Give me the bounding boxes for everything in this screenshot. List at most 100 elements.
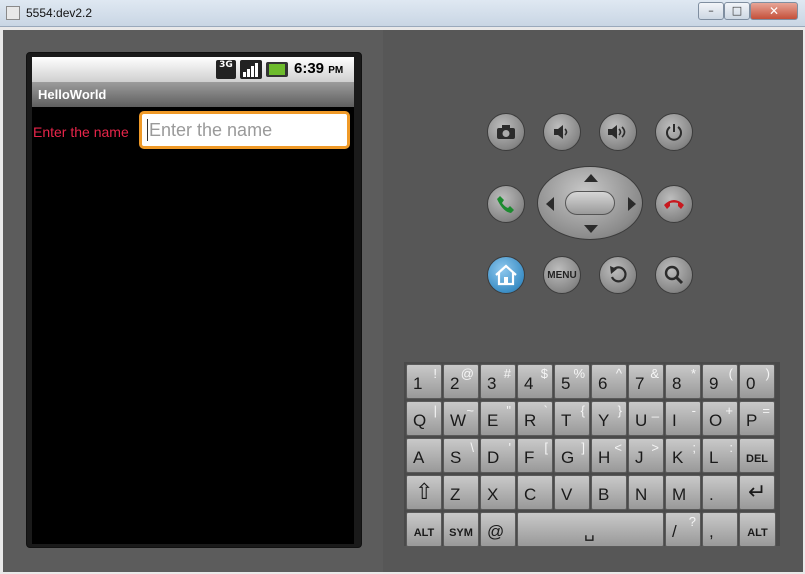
- back-button[interactable]: [599, 256, 637, 294]
- volume-down-button[interactable]: [543, 113, 581, 151]
- dpad-up-icon[interactable]: [584, 174, 598, 182]
- key-j[interactable]: J >: [628, 438, 664, 473]
- key-s-alt-label: \: [470, 440, 474, 455]
- key-u[interactable]: U _: [628, 401, 664, 436]
- key-o[interactable]: O +: [702, 401, 738, 436]
- key-1[interactable]: 1!: [406, 364, 442, 399]
- power-button[interactable]: [655, 113, 693, 151]
- shift-key[interactable]: ⇧: [406, 475, 442, 510]
- call-button[interactable]: [487, 185, 525, 223]
- key-a[interactable]: A: [406, 438, 442, 473]
- name-input[interactable]: Enter the name: [139, 111, 350, 149]
- key-h[interactable]: H <: [591, 438, 627, 473]
- key-5[interactable]: 5%: [554, 364, 590, 399]
- camera-button[interactable]: [487, 113, 525, 151]
- dpad[interactable]: [537, 166, 643, 240]
- search-button[interactable]: [655, 256, 693, 294]
- slash-key-label: /: [672, 522, 677, 541]
- slash-key-alt-label: ?: [688, 514, 696, 529]
- close-button[interactable]: ✕: [750, 2, 798, 20]
- maximize-button[interactable]: □: [724, 2, 750, 20]
- key-3-label: 3: [487, 374, 497, 393]
- key-c[interactable]: C: [517, 475, 553, 510]
- alt-right-key[interactable]: ALT: [739, 512, 776, 547]
- dpad-down-icon[interactable]: [584, 225, 598, 233]
- key-s[interactable]: S \: [443, 438, 479, 473]
- alt-left-key[interactable]: ALT: [406, 512, 442, 547]
- key-2[interactable]: 2 @: [443, 364, 479, 399]
- key-4[interactable]: 4 $: [517, 364, 553, 399]
- phone-call-icon: [497, 196, 514, 213]
- key-8[interactable]: 8 *: [665, 364, 701, 399]
- key-2-label: 2: [450, 374, 460, 393]
- sym-key-label: SYM: [449, 527, 473, 539]
- window-titlebar: 5554:dev2.2 – □ ✕: [0, 0, 805, 27]
- key-g-label: G: [561, 448, 575, 467]
- app-title: HelloWorld: [38, 87, 107, 102]
- key-7[interactable]: 7 &: [628, 364, 664, 399]
- key-l[interactable]: L:: [702, 438, 738, 473]
- slash-key[interactable]: /?: [665, 512, 701, 547]
- key-w-label: W: [450, 411, 467, 430]
- key-4-alt-label: $: [540, 366, 548, 381]
- key-v[interactable]: V: [554, 475, 590, 510]
- key-d-alt-label: ': [508, 440, 511, 455]
- key-h-label: H: [598, 448, 611, 467]
- key-1-label: 1: [413, 374, 423, 393]
- key-9-label: 9: [709, 374, 719, 393]
- at-key-label: @: [487, 522, 505, 541]
- key-7-label: 7: [635, 374, 645, 393]
- key-d[interactable]: D ': [480, 438, 516, 473]
- key-k-label: K: [672, 448, 684, 467]
- key-9-alt-label: (: [728, 366, 733, 381]
- enter-key[interactable]: ↵: [739, 475, 775, 510]
- key-9[interactable]: 9(: [702, 364, 738, 399]
- key-m[interactable]: M: [665, 475, 701, 510]
- clock: 6:39 PM: [294, 60, 344, 77]
- key-o-alt-label: +: [725, 403, 733, 418]
- key-d-label: D: [487, 448, 500, 467]
- key-p[interactable]: P =: [739, 401, 775, 436]
- key-v-label: V: [561, 485, 573, 504]
- key-y[interactable]: Y}: [591, 401, 627, 436]
- key-r[interactable]: R `: [517, 401, 553, 436]
- dpad-right-icon[interactable]: [628, 197, 636, 211]
- key-w[interactable]: W ~: [443, 401, 479, 436]
- key-b[interactable]: B: [591, 475, 627, 510]
- key-r-alt-label: `: [543, 403, 548, 418]
- menu-label: MENU: [547, 269, 577, 281]
- delete-key-label: DEL: [746, 453, 768, 465]
- end-call-button[interactable]: [655, 185, 693, 223]
- delete-key[interactable]: DEL: [739, 438, 775, 473]
- key-period[interactable]: .: [702, 475, 738, 510]
- key-z[interactable]: Z: [443, 475, 479, 510]
- space-key[interactable]: ␣: [517, 512, 664, 547]
- dpad-center-button[interactable]: [565, 191, 615, 215]
- key-0[interactable]: 0): [739, 364, 775, 399]
- dpad-left-icon[interactable]: [546, 197, 554, 211]
- menu-button[interactable]: MENU: [543, 256, 581, 294]
- key-g[interactable]: G]: [554, 438, 590, 473]
- at-key[interactable]: @: [480, 512, 516, 547]
- key-e[interactable]: E ": [480, 401, 516, 436]
- key-8-label: 8: [672, 374, 682, 393]
- key-q[interactable]: Q |: [406, 401, 442, 436]
- status-bar: 3G 6:39 PM: [32, 57, 354, 82]
- key-t[interactable]: T{: [554, 401, 590, 436]
- volume-up-button[interactable]: [599, 113, 637, 151]
- minimize-button[interactable]: –: [698, 2, 724, 20]
- key-f[interactable]: F[: [517, 438, 553, 473]
- key-t-label: T: [561, 411, 572, 430]
- key-3[interactable]: 3 #: [480, 364, 516, 399]
- key-k[interactable]: K;: [665, 438, 701, 473]
- comma-key[interactable]: ,: [702, 512, 738, 547]
- home-button[interactable]: [487, 256, 525, 294]
- key-6[interactable]: 6 ^: [591, 364, 627, 399]
- key-i[interactable]: I-: [665, 401, 701, 436]
- comma-key-label: ,: [709, 522, 714, 541]
- key-x[interactable]: X: [480, 475, 516, 510]
- sym-key[interactable]: SYM: [443, 512, 479, 547]
- key-y-alt-label: }: [617, 403, 622, 418]
- key-i-label: I: [672, 411, 677, 430]
- key-n[interactable]: N: [628, 475, 664, 510]
